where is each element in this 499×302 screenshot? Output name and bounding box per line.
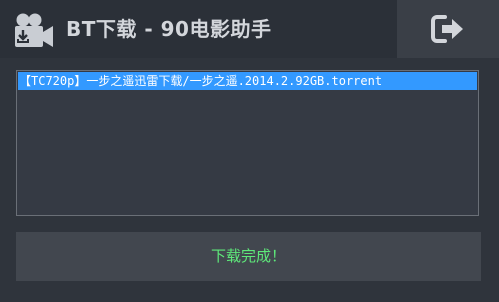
list-item[interactable]: 【TC720p】一步之遥迅雷下载/一步之遥.2014.2.92GB.torren…: [18, 72, 477, 90]
title-bar[interactable]: BT下载 - 90电影助手: [0, 0, 499, 58]
exit-button[interactable]: [397, 0, 499, 58]
status-panel: 下载完成！: [16, 232, 481, 281]
window-title: BT下载 - 90电影助手: [66, 17, 272, 41]
status-message: 下载完成！: [210, 247, 286, 265]
camera-download-icon: [13, 12, 55, 48]
bt-download-window: BT下载 - 90电影助手 【TC720p】一步之遥迅雷下载/一步之遥.2014…: [0, 0, 499, 302]
torrent-file-list[interactable]: 【TC720p】一步之遥迅雷下载/一步之遥.2014.2.92GB.torren…: [16, 70, 479, 216]
